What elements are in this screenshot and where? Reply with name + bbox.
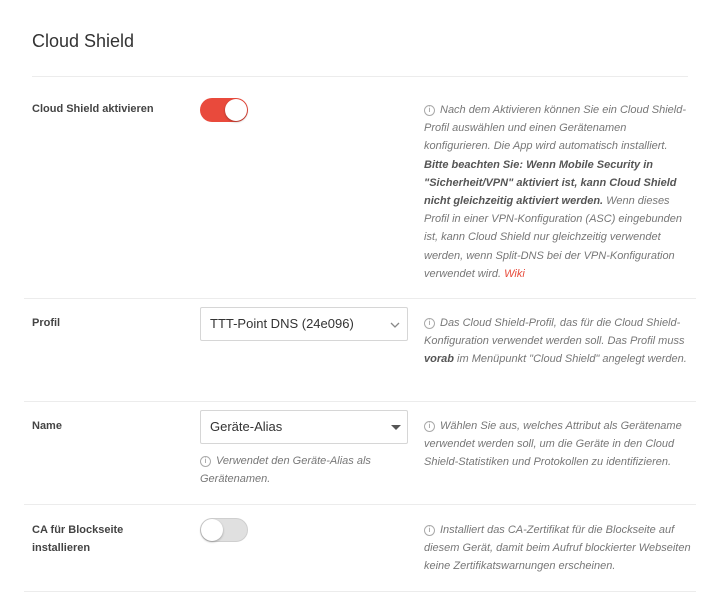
ca-label: CA für Blockseite installieren xyxy=(32,524,124,554)
activate-help-text: i Nach dem Aktivieren können Sie ein Clou… xyxy=(424,104,687,280)
name-help-text: i Wählen Sie aus, welches Attribut als Ge… xyxy=(424,420,682,469)
ca-toggle[interactable] xyxy=(200,518,248,542)
profile-select-value: TTT-Point DNS (24e096) xyxy=(210,316,354,331)
profile-select[interactable]: TTT-Point DNS (24e096) xyxy=(200,307,408,341)
row-divider xyxy=(24,298,696,299)
info-circle-icon: i xyxy=(424,421,435,432)
profile-help-text: i Das Cloud Shield-Profil, das für die Cl… xyxy=(424,317,687,366)
activate-label: Cloud Shield aktivieren xyxy=(32,103,154,115)
profile-label: Profil xyxy=(32,317,61,329)
name-select-value: Geräte-Alias xyxy=(210,419,283,434)
page-title: Cloud Shield xyxy=(32,31,135,51)
header-divider xyxy=(32,76,688,77)
name-field-help: i Verwendet den Geräte-Alias als Gerätena… xyxy=(200,455,371,486)
ca-help-text: i Installiert das CA-Zertifikat für die B… xyxy=(424,524,691,573)
row-divider xyxy=(24,401,696,402)
info-circle-icon: i xyxy=(424,105,435,116)
toggle-knob xyxy=(201,519,223,541)
chevron-down-icon xyxy=(390,322,400,328)
info-circle-icon: i xyxy=(424,318,435,329)
caret-down-icon xyxy=(391,425,401,430)
row-divider xyxy=(24,504,696,505)
name-label: Name xyxy=(32,420,62,432)
toggle-knob xyxy=(225,99,247,121)
name-select[interactable]: Geräte-Alias xyxy=(200,410,408,444)
wiki-link[interactable]: Wiki xyxy=(504,268,525,280)
info-circle-icon: i xyxy=(200,456,211,467)
activate-toggle[interactable] xyxy=(200,98,248,122)
row-divider xyxy=(24,591,696,592)
info-circle-icon: i xyxy=(424,525,435,536)
cloud-shield-settings-page: Cloud Shield Cloud Shield aktivieren i Na… xyxy=(0,0,719,595)
